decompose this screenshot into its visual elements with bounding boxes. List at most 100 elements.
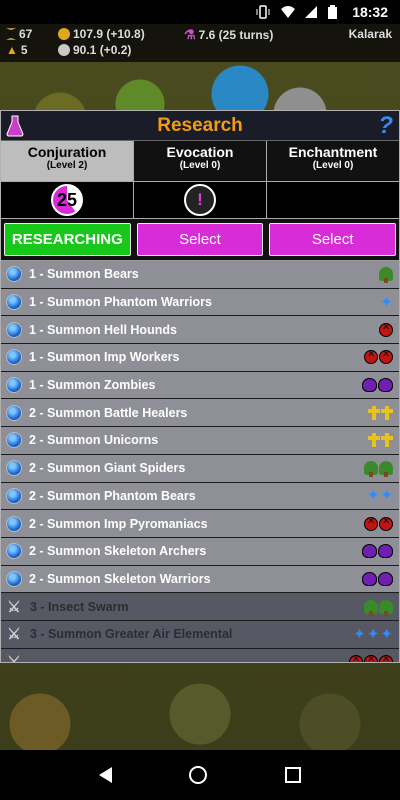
spell-row[interactable]: 2 - Summon Battle Healers xyxy=(1,399,399,428)
hell-icon xyxy=(379,349,393,365)
blue-star-icon: ✦ xyxy=(353,625,366,643)
blue-star-icon: ✦ xyxy=(380,625,393,643)
spell-row[interactable]: 1 - Summon Bears xyxy=(1,261,399,289)
skull-icon xyxy=(378,571,393,586)
skull-icon xyxy=(378,544,393,559)
help-icon[interactable]: ? xyxy=(378,112,393,140)
worker-count: 5 xyxy=(20,43,28,57)
spell-row[interactable]: 2 - Summon Imp Pyromaniacs xyxy=(1,510,399,538)
skull-icon xyxy=(362,571,377,586)
player-name: Kalarak xyxy=(348,27,392,41)
tree-icon xyxy=(364,461,378,478)
blue-star-icon: ✦ xyxy=(380,487,393,505)
recent-apps-icon[interactable] xyxy=(285,767,302,783)
hell-icon xyxy=(379,516,393,531)
spell-label: 2 - Summon Skeleton Archers xyxy=(29,544,207,559)
research-orb-icon xyxy=(6,266,22,283)
researching-button[interactable]: RESEARCHING xyxy=(4,223,131,256)
crossed-swords-icon: ⚔ xyxy=(7,653,21,663)
exclamation-icon: ! xyxy=(197,190,203,209)
tab-level: (Level 0) xyxy=(312,160,354,171)
tab-level: (Level 2) xyxy=(46,160,88,171)
school-tabs: Conjuration (Level 2) Evocation (Level 0… xyxy=(1,141,399,182)
evocation-status-dial: ! xyxy=(184,184,216,216)
spell-label: 2 - Summon Phantom Bears xyxy=(29,488,196,503)
blue-star-icon: ✦ xyxy=(366,487,380,505)
research-orb-icon xyxy=(6,570,22,587)
hell-icon xyxy=(364,516,378,531)
select-enchantment-button[interactable]: Select xyxy=(269,223,397,256)
spell-row[interactable]: ⚔ xyxy=(1,648,399,663)
spell-cost-icons xyxy=(364,461,393,478)
silver-amount: 90.1 (+0.2) xyxy=(73,43,132,57)
progress-row: 25 ! xyxy=(1,182,399,219)
cross-icon xyxy=(368,433,380,448)
spell-row[interactable]: 2 - Summon Skeleton Archers xyxy=(1,537,399,566)
research-orb-icon xyxy=(6,515,22,532)
research-orb-icon xyxy=(6,460,22,477)
spell-label: 2 - Summon Skeleton Warriors xyxy=(29,571,211,586)
spell-label: 1 - Summon Bears xyxy=(29,267,139,282)
spell-row[interactable]: 1 - Summon Imp Workers xyxy=(1,344,399,372)
spell-label: 2 - Summon Giant Spiders xyxy=(29,461,186,476)
crossed-swords-icon: ⚔ xyxy=(7,598,21,616)
home-icon[interactable] xyxy=(189,766,208,784)
select-evocation-button[interactable]: Select xyxy=(136,223,264,256)
hell-icon xyxy=(364,654,378,662)
tree-icon xyxy=(379,267,393,284)
spell-cost-icons xyxy=(349,654,393,662)
tab-evocation[interactable]: Evocation (Level 0) xyxy=(134,141,267,182)
spell-label: 2 - Summon Battle Healers xyxy=(29,405,188,420)
spell-row[interactable]: 2 - Summon Giant Spiders xyxy=(1,454,399,483)
research-turns: 25 xyxy=(56,189,78,210)
spell-cost-icons xyxy=(364,516,393,531)
hell-icon xyxy=(379,322,393,337)
spell-row[interactable]: 1 - Summon Phantom Warriors ✦ xyxy=(1,288,399,317)
back-icon[interactable] xyxy=(98,767,112,783)
skull-icon xyxy=(362,378,377,393)
hell-icon xyxy=(379,654,393,662)
tree-icon xyxy=(379,461,393,478)
vibrate-icon xyxy=(256,5,270,19)
spell-cost-icons xyxy=(364,599,393,616)
spell-label: 1 - Summon Hell Hounds xyxy=(29,322,177,337)
research-orb-icon xyxy=(6,349,22,366)
hell-icon xyxy=(349,654,363,662)
tab-conjuration[interactable]: Conjuration (Level 2) xyxy=(1,141,134,182)
spell-cost-icons: ✦ xyxy=(380,295,393,310)
clock: 18:32 xyxy=(352,4,388,20)
wifi-icon xyxy=(280,5,296,19)
spell-label: 1 - Summon Phantom Warriors xyxy=(29,295,212,310)
spell-row[interactable]: 2 - Summon Unicorns xyxy=(1,427,399,455)
tree-icon xyxy=(379,599,393,616)
blue-star-icon: ✦ xyxy=(380,293,393,311)
gold-coin-icon xyxy=(58,28,70,40)
research-orb-icon xyxy=(6,543,22,560)
spell-row[interactable]: 1 - Summon Zombies xyxy=(1,371,399,400)
research-orb-icon xyxy=(6,487,22,504)
spell-cost-icons xyxy=(362,571,393,586)
silver-coin-icon xyxy=(58,44,70,56)
research-panel: Research ? Conjuration (Level 2) Evocati… xyxy=(0,110,400,663)
spell-label: 3 - Insect Swarm xyxy=(30,599,129,614)
crossed-swords-icon: ⚔ xyxy=(7,626,21,644)
tab-enchantment[interactable]: Enchantment (Level 0) xyxy=(267,141,399,182)
spell-list[interactable]: 1 - Summon Bears 1 - Summon Phantom Warri… xyxy=(1,261,399,663)
research-orb-icon xyxy=(6,294,22,311)
evocation-progress-cell: ! xyxy=(134,182,267,218)
spell-row[interactable]: ⚔ 3 - Summon Greater Air Elemental ✦ ✦ ✦ xyxy=(1,620,399,649)
conjuration-progress-pie: 25 xyxy=(51,184,83,216)
spell-row[interactable]: 2 - Summon Phantom Bears ✦ ✦ xyxy=(1,482,399,511)
action-buttons: RESEARCHING Select Select xyxy=(1,219,399,261)
spell-label: 2 - Summon Unicorns xyxy=(29,433,159,448)
research-orb-icon xyxy=(6,321,22,338)
spell-row[interactable]: 1 - Summon Hell Hounds xyxy=(1,316,399,345)
enchantment-progress-cell xyxy=(267,182,399,218)
tab-level: (Level 0) xyxy=(179,160,221,171)
spell-row[interactable]: 2 - Summon Skeleton Warriors xyxy=(1,565,399,594)
status-bar: 18:32 xyxy=(0,0,400,24)
spell-cost-icons: ✦ ✦ ✦ xyxy=(353,627,393,642)
spell-cost-icons xyxy=(379,267,393,284)
spell-row[interactable]: ⚔ 3 - Insect Swarm xyxy=(1,593,399,621)
mana-amount: 7.6 (25 turns) xyxy=(198,28,274,42)
